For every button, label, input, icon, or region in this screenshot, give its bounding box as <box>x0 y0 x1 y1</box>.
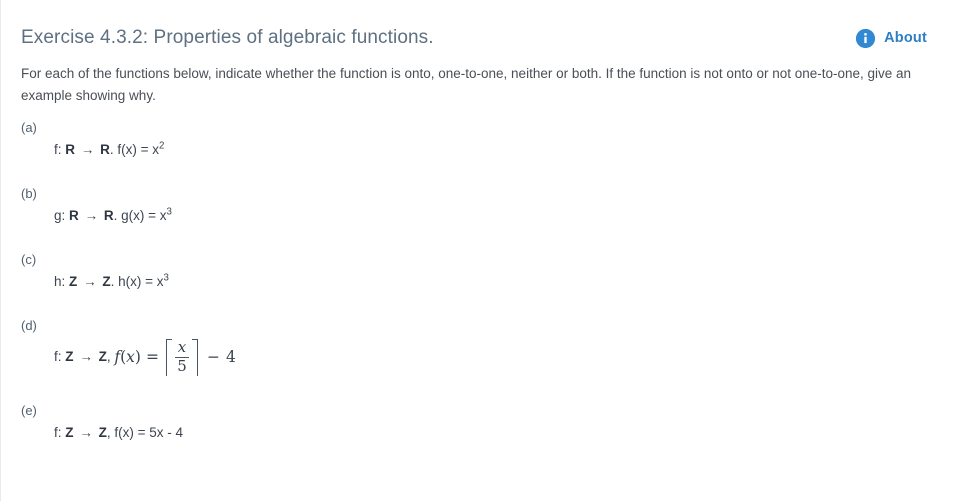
domain-d: Z <box>65 349 74 365</box>
separator-e: , <box>106 424 111 440</box>
domain-a: R <box>65 141 76 157</box>
ceiling-right-bar <box>191 339 198 376</box>
expression-rhs-e: 5x - 4 <box>149 424 184 440</box>
expression-lhs-a: f(x) <box>117 141 137 157</box>
problem-statement-b: g: R → R. g(x) = x3 <box>54 207 971 225</box>
info-circle-icon <box>856 28 876 48</box>
separator-d: , <box>106 349 111 365</box>
problem-statement-a: f: R → R. f(x) = x2 <box>54 141 971 159</box>
arrow-icon-a: → <box>80 141 95 157</box>
problem-item-a: (a) f: R → R. f(x) = x2 <box>1 121 971 159</box>
arrow-icon-d: → <box>79 349 93 365</box>
function-name-c: h <box>54 274 62 290</box>
math-equals-d: = <box>145 348 159 367</box>
problem-item-e: (e) f: Z → Z, f(x) = 5x - 4 <box>1 404 971 442</box>
problem-label-c: (c) <box>21 252 37 268</box>
equals-e: = <box>137 424 146 440</box>
colon-c: : <box>61 274 66 290</box>
arrow-icon-b: → <box>84 207 99 223</box>
codomain-d: Z <box>98 349 107 365</box>
expression-lhs-e: f(x) <box>114 424 134 440</box>
codomain-e: Z <box>98 424 107 440</box>
ceiling-left-bar <box>165 339 172 376</box>
separator-a: . <box>109 141 114 157</box>
separator-c: . <box>110 274 115 290</box>
about-button[interactable]: About <box>856 28 949 48</box>
arrow-icon-c: → <box>83 274 97 290</box>
problem-label-d: (d) <box>21 318 37 334</box>
equals-c: = <box>145 274 154 290</box>
expression-lhs-b: g(x) <box>121 207 145 223</box>
problem-label-a: (a) <box>21 119 37 135</box>
exponent-b: 3 <box>166 206 172 218</box>
expression-rhs-c: x <box>156 274 164 290</box>
exponent-c: 3 <box>163 272 169 284</box>
about-label: About <box>884 30 927 46</box>
exercise-page: Exercise 4.3.2: Properties of algebraic … <box>0 0 971 501</box>
exponent-a: 2 <box>159 140 165 152</box>
colon-a: : <box>57 141 62 157</box>
colon-b: : <box>61 207 66 223</box>
math-constant-d: 4 <box>225 348 236 367</box>
exercise-instructions: For each of the functions below, indicat… <box>21 66 912 103</box>
colon-d: : <box>57 349 62 365</box>
equals-b: = <box>148 207 157 223</box>
problem-statement-d: f: Z → Z, f(x) = x 5 − 4 <box>54 339 971 376</box>
fraction-d: x 5 <box>172 339 192 376</box>
math-minus-d: − <box>206 348 220 367</box>
codomain-a: R <box>100 141 110 157</box>
problem-item-b: (b) g: R → R. g(x) = x3 <box>1 187 971 225</box>
colon-e: : <box>57 424 62 440</box>
problem-item-d: (d) f: Z → Z, f(x) = x 5 − 4 <box>1 319 971 376</box>
exercise-header: Exercise 4.3.2: Properties of algebraic … <box>1 0 971 56</box>
problem-statement-e: f: Z → Z, f(x) = 5x - 4 <box>54 424 971 442</box>
problem-item-c: (c) h: Z → Z. h(x) = x3 <box>1 253 971 291</box>
function-name-b: g <box>54 207 62 223</box>
problem-label-e: (e) <box>21 402 37 418</box>
fraction-numerator-d: x <box>177 338 187 357</box>
expression-lhs-c: h(x) <box>118 274 142 290</box>
equals-a: = <box>140 141 149 157</box>
domain-b: R <box>69 207 79 223</box>
page-title: Exercise 4.3.2: Properties of algebraic … <box>21 26 434 48</box>
math-variable-d: x <box>126 348 135 367</box>
codomain-c: Z <box>102 274 111 290</box>
problem-statement-c: h: Z → Z. h(x) = x3 <box>54 273 971 291</box>
ceiling-bracket-icon-d: x 5 <box>165 339 198 376</box>
separator-b: . <box>113 207 118 223</box>
math-formula-d: f(x) = x 5 − 4 <box>114 339 236 376</box>
domain-c: Z <box>69 274 78 290</box>
problem-label-b: (b) <box>21 185 37 201</box>
codomain-b: R <box>103 207 114 223</box>
expression-rhs-b: x <box>159 207 167 223</box>
problem-list: (a) f: R → R. f(x) = x2 (b) g: R → R. g(… <box>1 121 971 442</box>
domain-e: Z <box>65 424 74 440</box>
arrow-icon-e: → <box>79 424 93 440</box>
fraction-denominator-d: 5 <box>174 357 189 375</box>
